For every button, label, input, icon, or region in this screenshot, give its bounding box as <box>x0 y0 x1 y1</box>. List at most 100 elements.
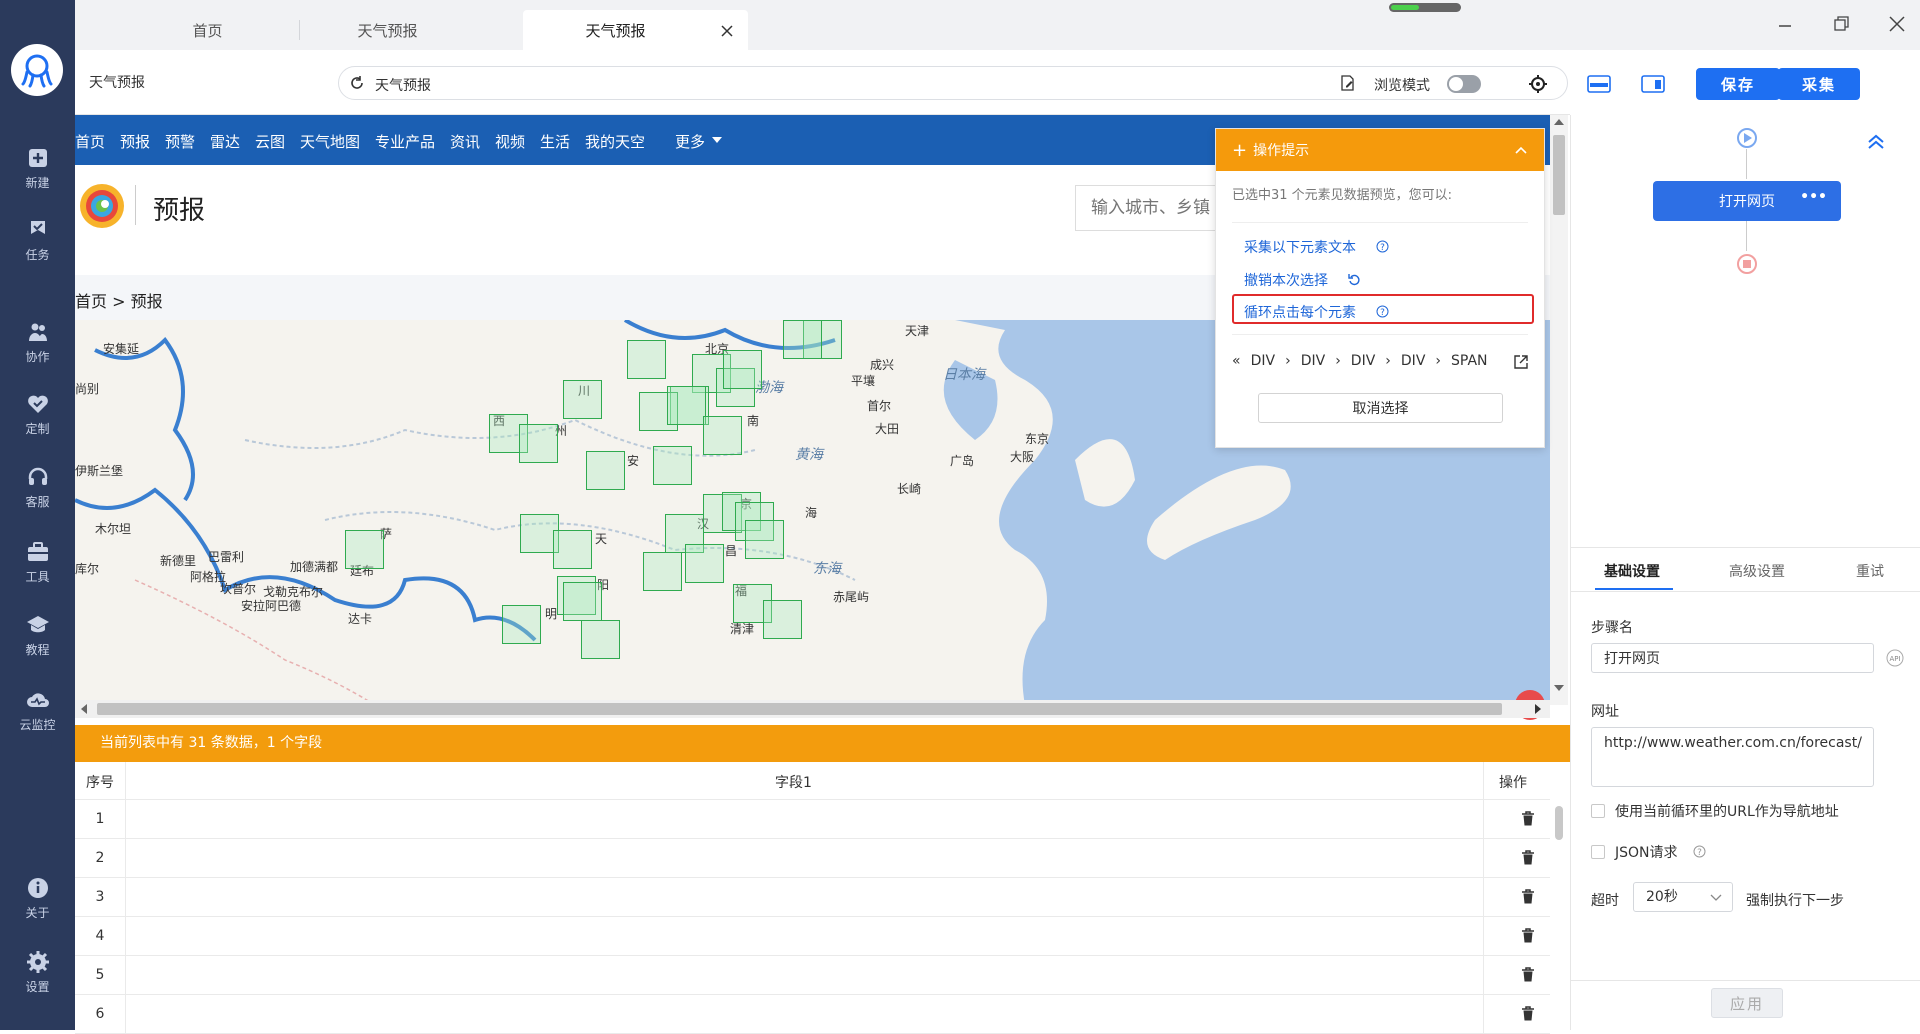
scroll-right-icon[interactable] <box>1535 704 1541 714</box>
nav-collab[interactable]: 协作 <box>0 320 75 365</box>
nav-about[interactable]: 关于 <box>0 876 75 921</box>
vertical-scroll-thumb[interactable] <box>1553 135 1565 215</box>
tab-basic-settings[interactable]: 基础设置 <box>1604 561 1660 581</box>
selected-element-highlight[interactable] <box>783 320 822 359</box>
selected-element-highlight[interactable] <box>345 530 384 569</box>
collapse-panel-icon[interactable] <box>1866 133 1886 151</box>
selected-element-highlight[interactable] <box>553 530 592 569</box>
url-text[interactable]: 天气预报 <box>375 75 431 95</box>
layout-vertical-icon[interactable] <box>1641 75 1665 93</box>
tab-advanced-settings[interactable]: 高级设置 <box>1729 561 1785 581</box>
breadcrumb[interactable]: 首页 > 预报 <box>75 288 163 312</box>
close-window-icon[interactable] <box>1887 14 1907 34</box>
tab-weather-1[interactable]: 天气预报 <box>300 10 475 50</box>
site-nav-item[interactable]: 首页 <box>75 131 105 152</box>
table-row[interactable]: 3 <box>75 878 1550 917</box>
trash-icon[interactable] <box>1521 967 1535 983</box>
selected-element-highlight[interactable] <box>703 416 742 455</box>
app-logo[interactable] <box>11 44 63 96</box>
selected-element-highlight[interactable] <box>763 600 802 639</box>
collapse-up-icon[interactable] <box>1514 145 1528 155</box>
table-row[interactable]: 2 <box>75 839 1550 878</box>
external-link-icon[interactable] <box>1513 354 1529 370</box>
trash-icon[interactable] <box>1521 928 1535 944</box>
tab-retry[interactable]: 重试 <box>1856 561 1884 581</box>
trash-icon[interactable] <box>1521 1006 1535 1022</box>
nav-tasks[interactable]: 任务 <box>0 218 75 263</box>
loop-click-link[interactable]: 循环点击每个元素 <box>1244 302 1356 322</box>
scroll-down-icon[interactable] <box>1554 685 1564 691</box>
path-item[interactable]: DIV <box>1351 353 1376 369</box>
timeout-select[interactable]: 20秒 <box>1633 882 1733 912</box>
site-nav-item[interactable]: 专业产品 <box>375 131 435 152</box>
site-nav-item[interactable]: 资讯 <box>450 131 480 152</box>
horizontal-scrollbar[interactable] <box>75 700 1550 718</box>
trash-icon[interactable] <box>1521 889 1535 905</box>
path-item[interactable]: DIV <box>1301 353 1326 369</box>
use-loop-url-checkbox[interactable] <box>1591 804 1605 818</box>
site-nav-item[interactable]: 云图 <box>255 131 285 152</box>
site-nav-item[interactable]: 雷达 <box>210 131 240 152</box>
selected-element-highlight[interactable] <box>519 424 558 463</box>
selected-element-highlight[interactable] <box>586 451 625 490</box>
help-icon[interactable]: ? <box>1376 305 1389 318</box>
url-box[interactable]: 天气预报 浏览模式 <box>338 66 1568 100</box>
site-nav-item[interactable]: 天气地图 <box>300 131 360 152</box>
url-textarea[interactable]: http://www.weather.com.cn/forecast/ <box>1591 727 1874 787</box>
save-button[interactable]: 保存 <box>1696 68 1780 100</box>
horizontal-scroll-thumb[interactable] <box>97 703 1502 715</box>
path-back-icon[interactable]: « <box>1232 353 1241 369</box>
page-edit-icon[interactable] <box>1339 74 1357 92</box>
path-item[interactable]: DIV <box>1401 353 1426 369</box>
selected-element-highlight[interactable] <box>581 620 620 659</box>
tab-home[interactable]: 首页 <box>115 10 300 50</box>
site-nav-item[interactable]: 预警 <box>165 131 195 152</box>
api-icon[interactable]: API <box>1886 649 1904 667</box>
browse-mode-toggle[interactable] <box>1447 75 1481 93</box>
step-name-input[interactable] <box>1591 643 1874 673</box>
undo-selection-link[interactable]: 撤销本次选择 <box>1244 270 1328 290</box>
selected-element-highlight[interactable] <box>627 340 666 379</box>
cancel-selection-button[interactable]: 取消选择 <box>1258 393 1503 423</box>
restore-icon[interactable] <box>1831 14 1851 34</box>
selected-element-highlight[interactable] <box>723 350 762 389</box>
selected-element-highlight[interactable] <box>563 380 602 419</box>
selected-element-highlight[interactable] <box>745 520 784 559</box>
help-icon[interactable]: ? <box>1376 240 1389 253</box>
nav-tutorial[interactable]: 教程 <box>0 613 75 658</box>
json-request-checkbox[interactable] <box>1591 845 1605 859</box>
help-icon[interactable]: ? <box>1693 845 1706 858</box>
close-tab-icon[interactable] <box>720 24 734 38</box>
nav-tools[interactable]: 工具 <box>0 540 75 585</box>
site-nav-more[interactable]: 更多 <box>675 131 705 152</box>
nav-cloud-monitor[interactable]: 云监控 <box>0 688 75 733</box>
selected-element-highlight[interactable] <box>502 605 541 644</box>
nav-new[interactable]: 新建 <box>0 146 75 191</box>
selected-element-highlight[interactable] <box>643 552 682 591</box>
selected-element-highlight[interactable] <box>563 582 602 621</box>
path-item[interactable]: SPAN <box>1451 353 1487 369</box>
scroll-up-icon[interactable] <box>1554 119 1564 125</box>
trash-icon[interactable] <box>1521 850 1535 866</box>
undo-icon[interactable] <box>1348 273 1361 286</box>
nav-service[interactable]: 客服 <box>0 465 75 510</box>
table-scroll-thumb[interactable] <box>1555 806 1563 840</box>
site-nav-item[interactable]: 我的天空 <box>585 131 645 152</box>
more-icon[interactable]: ••• <box>1800 189 1827 205</box>
table-row[interactable]: 1 <box>75 800 1550 839</box>
tab-weather-active[interactable]: 天气预报 <box>523 10 748 50</box>
collect-text-link[interactable]: 采集以下元素文本 <box>1244 237 1356 257</box>
minimize-icon[interactable] <box>1775 14 1795 34</box>
table-row[interactable]: 4 <box>75 917 1550 956</box>
layout-horizontal-icon[interactable] <box>1587 75 1611 93</box>
col-header-field1[interactable]: 字段1 <box>775 772 812 792</box>
apply-button[interactable]: 应用 <box>1711 988 1783 1018</box>
site-nav-item[interactable]: 生活 <box>540 131 570 152</box>
table-row[interactable]: 6 <box>75 995 1550 1034</box>
table-row[interactable]: 5 <box>75 956 1550 995</box>
site-nav-item[interactable]: 预报 <box>120 131 150 152</box>
selected-element-highlight[interactable] <box>667 386 706 425</box>
reload-icon[interactable] <box>349 75 365 91</box>
settings-gear-icon[interactable] <box>1528 74 1548 94</box>
nav-settings[interactable]: 设置 <box>0 950 75 995</box>
